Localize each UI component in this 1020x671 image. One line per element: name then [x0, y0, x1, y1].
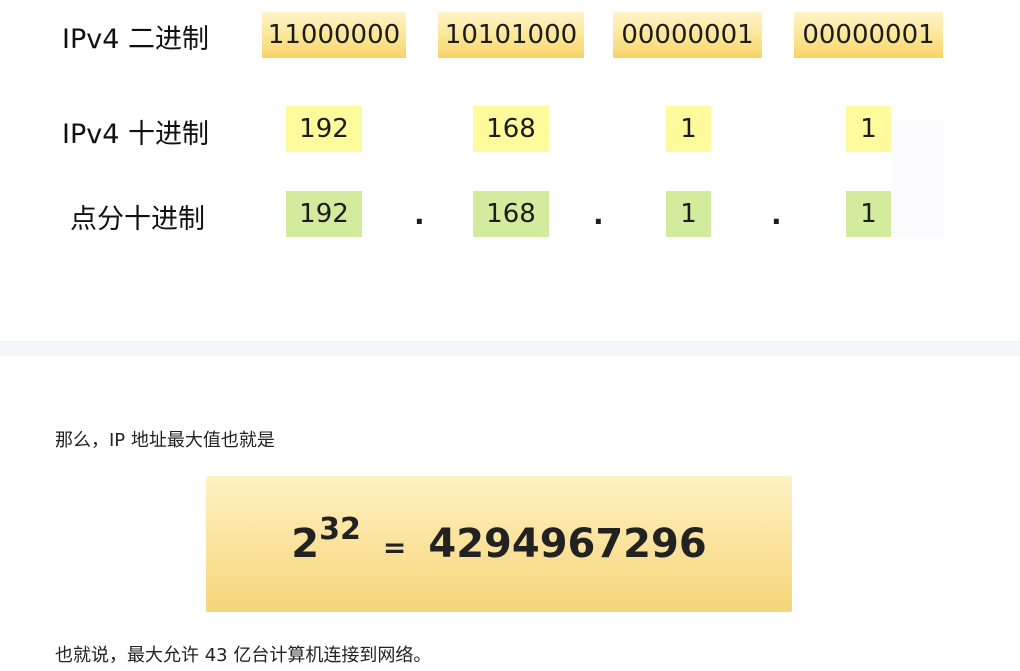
- formula-result: 4294967296: [428, 521, 707, 567]
- decimal-octet-1: 192: [286, 106, 362, 152]
- section-divider: [0, 341, 1020, 356]
- conclusion-paragraph: 也就说，最大允许 43 亿台计算机连接到网络。: [55, 645, 432, 666]
- binary-octet-2: 10101000: [438, 12, 584, 58]
- max-ip-formula: 2 32 = 4294967296: [291, 512, 707, 567]
- binary-octet-4: 00000001: [794, 12, 943, 58]
- faint-backdrop: [892, 120, 944, 238]
- binary-octet-1: 11000000: [262, 12, 406, 58]
- formula-card: 2 32 = 4294967296: [206, 476, 792, 612]
- decimal-octet-3: 1: [666, 106, 711, 152]
- formula-base: 2: [291, 521, 320, 567]
- formula-exponent: 32: [319, 512, 361, 547]
- dot-separator-2: .: [593, 198, 604, 231]
- dotted-octet-1: 192: [286, 191, 362, 237]
- row-label-decimal: IPv4 十进制: [62, 119, 209, 150]
- decimal-octet-4: 1: [846, 106, 891, 152]
- binary-octet-3: 00000001: [613, 12, 762, 58]
- row-label-dotted-decimal: 点分十进制: [70, 204, 205, 235]
- ip-address-diagram: IPv4 二进制 11000000 10101000 00000001 0000…: [0, 0, 1020, 340]
- formula-equals: =: [382, 531, 407, 564]
- dot-separator-1: .: [414, 198, 425, 231]
- dot-separator-3: .: [771, 198, 782, 231]
- row-label-binary: IPv4 二进制: [62, 24, 209, 55]
- dotted-octet-2: 168: [473, 191, 549, 237]
- dotted-octet-3: 1: [666, 191, 711, 237]
- dotted-octet-4: 1: [846, 191, 891, 237]
- intro-paragraph: 那么，IP 地址最大值也就是: [55, 430, 275, 451]
- decimal-octet-2: 168: [473, 106, 549, 152]
